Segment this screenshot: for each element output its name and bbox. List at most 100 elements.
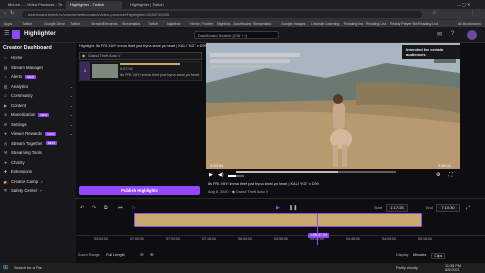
- skip-start-icon[interactable]: ⏮: [118, 205, 123, 211]
- game-selector[interactable]: ◆ Grand Theft Auto V: [79, 52, 202, 60]
- window-controls[interactable]: — ▢ ✕: [453, 1, 485, 9]
- settings-icon[interactable]: ⚙: [436, 172, 440, 178]
- avatar[interactable]: [467, 30, 477, 40]
- stream-manager-icon: ▤: [3, 64, 8, 70]
- chevron-down-icon[interactable]: ⌄: [70, 110, 73, 119]
- windows-start-icon[interactable]: ⊞: [3, 264, 8, 271]
- address-bar: ← ↻ dashboard.twitch.tv/u/mcleefeet/cont…: [0, 9, 485, 19]
- sidebar-item-monetization[interactable]: $ Monetization NEW ⌄: [3, 110, 75, 119]
- help-icon[interactable]: ?: [451, 31, 454, 37]
- taskbar: ⊞ Search for a File Partly cloudy 11:35 …: [0, 263, 485, 273]
- streaming-tools-icon: ⚒: [3, 150, 8, 155]
- sidebar-item-label: Analytics: [11, 83, 29, 89]
- community-icon: ☺: [3, 93, 8, 98]
- timeline-tick-label: 04:09:00: [382, 237, 396, 241]
- browser-tab-active[interactable]: Highlighter - Twitch: [66, 1, 122, 9]
- clip-segment[interactable]: [134, 213, 422, 227]
- seek-bar[interactable]: [236, 171, 396, 173]
- zoom-in-icon[interactable]: ⊕: [150, 252, 154, 258]
- zoom-out-icon[interactable]: ⊖: [140, 252, 144, 258]
- sidebar-item-extensions[interactable]: ✚ Extensions: [3, 167, 75, 176]
- play-icon[interactable]: ▶: [209, 172, 213, 178]
- new-badge: NEW: [24, 74, 36, 79]
- timeline-tick-label: 06:00:00: [238, 237, 252, 241]
- timeline-tick-label: 07:00:00: [166, 237, 180, 241]
- game-icon: ◆: [82, 53, 86, 58]
- timeline-play-icon[interactable]: ▶: [276, 205, 280, 211]
- zoom-range-select[interactable]: Full Length: [106, 253, 125, 257]
- sidebar-item-label: Settings: [11, 121, 27, 127]
- redo-icon[interactable]: ↷: [92, 205, 96, 211]
- alerts-icon: ♪: [4, 74, 7, 79]
- back-icon[interactable]: ←: [3, 10, 8, 16]
- sidebar-item-creator-camp[interactable]: ⛺ Creator Camp ↗: [3, 177, 75, 186]
- sidebar-item-streaming-tools[interactable]: ⚒ Streaming Tools: [3, 148, 75, 157]
- external-link-icon: ↗: [39, 179, 43, 184]
- notifications-icon[interactable]: ✉: [437, 31, 442, 38]
- video-controls: ▶ ◀) ⚙ ⛶: [206, 169, 460, 179]
- clip-card[interactable]: 1 0:07:04 Its FRI-YAY! imma thief just t…: [79, 61, 202, 81]
- sidebar-item-stream-together[interactable]: ◎ Stream Together BETA: [3, 139, 75, 148]
- video-player[interactable]: Intended for certain audiences 2:53:54 2…: [206, 43, 460, 179]
- trim-icon[interactable]: ⤢: [466, 205, 470, 211]
- publish-highlights-button[interactable]: Publish Highlights: [79, 186, 200, 195]
- clip-title: Its FRI-YAY! imma thief just tryna steal…: [120, 73, 200, 77]
- twitch-logo[interactable]: [12, 30, 20, 39]
- sidebar-item-label: Home: [11, 55, 23, 60]
- star-icon[interactable]: ☆: [432, 10, 436, 16]
- split-icon[interactable]: ⧉: [104, 205, 108, 211]
- undo-icon[interactable]: ↶: [80, 205, 84, 211]
- sidebar-item-label: Viewer Rewards: [11, 131, 43, 136]
- chevron-down-icon[interactable]: ⌄: [70, 129, 73, 138]
- browser-tab[interactable]: Highlighter | Twitch: [126, 1, 176, 9]
- sidebar-item-analytics[interactable]: ▥ Analytics ⌄: [3, 82, 75, 91]
- video-time-current: 2:53:54: [210, 163, 224, 168]
- zoom-range-label: Zoom Range: [78, 253, 100, 257]
- sidebar-item-settings[interactable]: ⚙ Settings ⌄: [3, 120, 75, 129]
- sidebar-item-viewer-rewards[interactable]: ♥ Viewer Rewards NEW ⌄: [3, 129, 75, 138]
- timeline-tick-label: 07:00:00: [130, 237, 144, 241]
- creator-camp-icon: ⛺: [3, 178, 8, 184]
- sidebar-title: Creator Dashboard: [3, 45, 52, 51]
- charity-icon: ♥: [4, 159, 7, 165]
- new-badge: NEW: [38, 112, 50, 117]
- browser-tab[interactable]: McLee... - Video Producer - Twitch: [4, 1, 62, 9]
- hamburger-icon[interactable]: ☰: [4, 30, 9, 37]
- home-icon: ⌂: [4, 55, 7, 60]
- clip-duration: 0:07:04: [120, 67, 133, 71]
- fullscreen-icon[interactable]: ⛶: [449, 172, 453, 178]
- chevron-down-icon[interactable]: ⌄: [70, 91, 73, 100]
- stream-info: Its FRI-YAY! imma thief just tryna steal…: [206, 179, 460, 198]
- timeline-ruler: [76, 235, 485, 236]
- page-title: Highlighter: [24, 31, 56, 37]
- clips-select[interactable]: Clips: [431, 253, 446, 259]
- clip-thumbnail: [92, 64, 118, 78]
- display-select[interactable]: Minutes: [413, 253, 426, 257]
- sidebar-item-home[interactable]: ⌂ Home: [3, 53, 75, 62]
- chevron-down-icon[interactable]: ⌄: [70, 82, 73, 91]
- sidebar-item-charity[interactable]: ♥ Charity: [3, 158, 75, 167]
- sidebar-item-label: Extensions: [11, 169, 33, 174]
- menu-icon[interactable]: ⋮: [470, 10, 475, 16]
- url-input[interactable]: dashboard.twitch.tv/u/mcleefeet/content/…: [22, 10, 422, 18]
- sidebar-item-content[interactable]: ▶ Content ⌄: [3, 101, 75, 110]
- end-time-input[interactable]: 7:10:30: [436, 204, 460, 212]
- pause-icon[interactable]: ❚❚: [289, 205, 297, 211]
- volume-icon[interactable]: ◀): [218, 172, 224, 178]
- sidebar-item-community[interactable]: ☺ Community ⌄: [3, 91, 75, 100]
- dashboard-search-input[interactable]: Dashboard Search (Ctrl + /): [194, 31, 279, 39]
- sidebar-item-alerts[interactable]: ♪ Alerts NEW: [3, 72, 75, 81]
- volume-fill: [228, 175, 236, 177]
- reload-icon[interactable]: ↻: [10, 10, 14, 16]
- playhead[interactable]: [317, 213, 318, 245]
- start-time-input[interactable]: 1:17:25: [386, 204, 408, 212]
- taskbar-search[interactable]: Search for a File: [14, 266, 42, 270]
- weather-status: Partly cloudy: [396, 266, 418, 270]
- marker-icon[interactable]: ▷: [132, 205, 136, 211]
- chevron-down-icon[interactable]: ⌄: [70, 101, 73, 110]
- chevron-down-icon[interactable]: ⌄: [70, 120, 73, 129]
- sidebar-item-safety-center[interactable]: ⛨ Safety Center ↗: [3, 186, 75, 195]
- sidebar-item-stream-manager[interactable]: ▤ Stream Manager: [3, 63, 75, 72]
- viewer-rewards-icon: ♥: [4, 131, 7, 136]
- volume-slider[interactable]: [228, 175, 244, 177]
